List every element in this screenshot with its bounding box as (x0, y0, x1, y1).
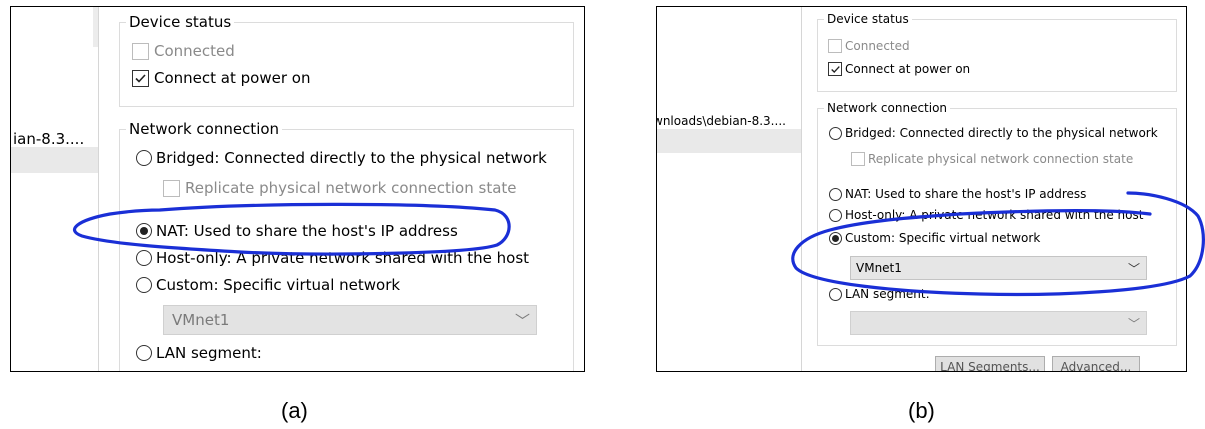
connected-checkbox (132, 42, 149, 60)
lan-radio[interactable] (136, 345, 152, 361)
lan-radio[interactable] (829, 287, 842, 301)
settings-panel: Device status Connected Connect at power… (802, 7, 1186, 371)
hostonly-label: Host-only: A private network shared with… (156, 249, 530, 267)
check-icon (135, 73, 146, 83)
nat-option[interactable]: NAT: Used to share the host's IP address (136, 222, 458, 240)
nat-radio[interactable] (136, 223, 152, 239)
connect-power-checkbox[interactable] (132, 69, 149, 87)
replicate-checkbox (851, 152, 865, 166)
radio-selected-dot (832, 234, 839, 242)
nat-label: NAT: Used to share the host's IP address (156, 222, 458, 240)
network-connection-legend: Network connection (827, 101, 948, 115)
selected-list-item[interactable] (657, 129, 801, 153)
vmnet-select[interactable]: VMnet1 ﹀ (163, 305, 537, 335)
network-connection-legend: Network connection (129, 120, 280, 138)
lan-option[interactable]: LAN segment: (829, 287, 930, 301)
device-status-legend: Device status (129, 13, 232, 31)
custom-radio[interactable] (136, 277, 152, 293)
check-icon (830, 65, 840, 73)
list-scrollbar[interactable] (93, 7, 98, 47)
caption-b: (b) (908, 398, 935, 423)
replicate-option: Replicate physical network connection st… (851, 152, 1133, 166)
chevron-down-icon: ﹀ (1127, 261, 1140, 276)
screenshot-b: wnloads\debian-8.3.... Device status Con… (656, 6, 1187, 372)
custom-radio[interactable] (829, 231, 842, 245)
vm-hardware-list[interactable]: ian-8.3.... (11, 7, 99, 371)
sidebar-path: wnloads\debian-8.3.... (656, 114, 786, 128)
lan-segment-select[interactable]: ﹀ (850, 311, 1147, 335)
replicate-label: Replicate physical network connection st… (868, 152, 1134, 166)
vmnet-value: VMnet1 (856, 261, 902, 275)
device-status-group: Device status (119, 13, 574, 107)
connected-label: Connected (845, 39, 910, 53)
nat-label: NAT: Used to share the host's IP address (845, 187, 1087, 201)
chevron-down-icon: ﹀ (514, 311, 530, 330)
settings-panel: Device status Connected Connect at power… (99, 7, 584, 371)
custom-option[interactable]: Custom: Specific virtual network (136, 276, 400, 294)
lan-segments-button[interactable]: LAN Segments... (935, 356, 1045, 371)
connect-power-checkbox[interactable] (828, 62, 842, 76)
hostonly-option[interactable]: Host-only: A private network shared with… (136, 249, 529, 267)
connected-label: Connected (154, 42, 235, 60)
custom-option[interactable]: Custom: Specific virtual network (829, 231, 1040, 245)
hostonly-option[interactable]: Host-only: A private network shared with… (829, 208, 1143, 222)
bridged-radio[interactable] (136, 150, 152, 166)
custom-label: Custom: Specific virtual network (156, 276, 401, 294)
nat-radio[interactable] (829, 187, 842, 201)
hostonly-radio[interactable] (136, 250, 152, 266)
caption-a: (a) (281, 398, 308, 423)
replicate-option: Replicate physical network connection st… (163, 179, 517, 197)
sidebar-path: ian-8.3.... (13, 130, 85, 148)
bridged-label: Bridged: Connected directly to the physi… (845, 126, 1158, 140)
custom-label: Custom: Specific virtual network (845, 231, 1041, 245)
radio-selected-dot (140, 227, 148, 235)
connect-power-label: Connect at power on (154, 69, 311, 87)
bridged-option[interactable]: Bridged: Connected directly to the physi… (136, 149, 547, 167)
connect-power-label: Connect at power on (845, 62, 971, 76)
connected-option: Connected (132, 42, 235, 60)
connect-power-option[interactable]: Connect at power on (828, 62, 970, 76)
screenshot-a: ian-8.3.... Device status Connected Conn… (10, 6, 585, 372)
vmnet-value: VMnet1 (172, 311, 230, 329)
vmnet-select[interactable]: VMnet1 ﹀ (850, 256, 1147, 280)
lan-label: LAN segment: (845, 287, 930, 301)
connected-checkbox (828, 39, 842, 53)
hostonly-label: Host-only: A private network shared with… (845, 208, 1144, 222)
selected-list-item[interactable] (11, 147, 98, 173)
lan-label: LAN segment: (156, 344, 262, 362)
bridged-label: Bridged: Connected directly to the physi… (156, 149, 547, 167)
replicate-checkbox (163, 179, 180, 197)
hostonly-radio[interactable] (829, 208, 842, 222)
bridged-radio[interactable] (829, 126, 842, 140)
connect-power-option[interactable]: Connect at power on (132, 69, 310, 87)
nat-option[interactable]: NAT: Used to share the host's IP address (829, 187, 1086, 201)
lan-option[interactable]: LAN segment: (136, 344, 262, 362)
advanced-button[interactable]: Advanced... (1052, 356, 1140, 371)
replicate-label: Replicate physical network connection st… (185, 179, 517, 197)
vm-hardware-list[interactable]: wnloads\debian-8.3.... (657, 7, 802, 371)
connected-option: Connected (828, 39, 910, 53)
device-status-legend: Device status (827, 12, 909, 26)
chevron-down-icon: ﹀ (1127, 316, 1140, 331)
bridged-option[interactable]: Bridged: Connected directly to the physi… (829, 126, 1158, 140)
